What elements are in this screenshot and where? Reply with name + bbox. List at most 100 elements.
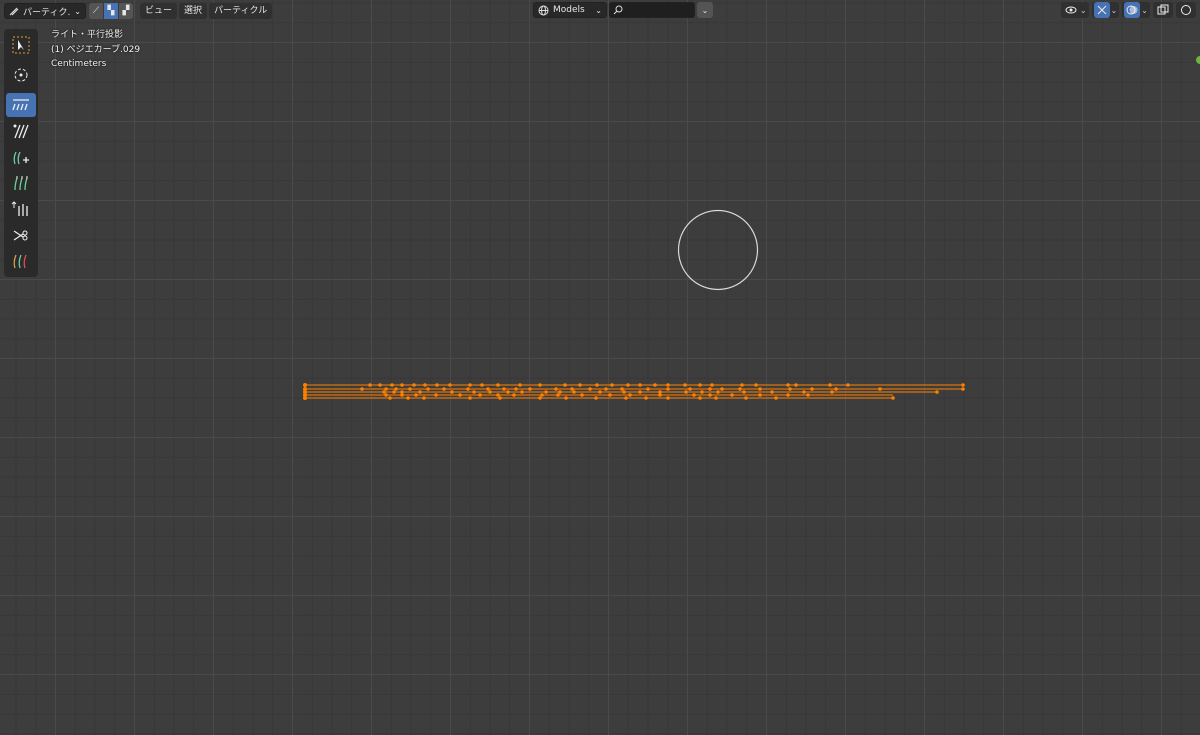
control-point[interactable] [514, 387, 518, 391]
control-point[interactable] [653, 383, 657, 387]
control-point[interactable] [414, 393, 418, 397]
scene-canvas[interactable] [0, 0, 1200, 735]
visibility-button[interactable]: ⌄ [1060, 2, 1089, 18]
control-point[interactable] [935, 390, 939, 394]
control-point[interactable] [468, 396, 472, 400]
control-point[interactable] [518, 383, 522, 387]
control-point[interactable] [468, 383, 472, 387]
control-point[interactable] [390, 383, 394, 387]
solid-shading-button[interactable] [1176, 2, 1196, 18]
control-point[interactable] [435, 383, 439, 387]
control-point[interactable] [742, 390, 746, 394]
control-point[interactable] [794, 383, 798, 387]
menu-select[interactable]: 選択 [179, 3, 208, 19]
control-point[interactable] [448, 383, 452, 387]
root-point[interactable] [303, 396, 307, 400]
control-point[interactable] [458, 393, 462, 397]
control-point[interactable] [502, 387, 506, 391]
search-input[interactable] [609, 2, 695, 18]
control-point[interactable] [786, 393, 790, 397]
control-point[interactable] [423, 383, 427, 387]
control-point[interactable] [604, 387, 608, 391]
puff-tool[interactable] [6, 197, 36, 221]
control-point[interactable] [644, 396, 648, 400]
control-point[interactable] [666, 396, 670, 400]
control-point[interactable] [408, 387, 412, 391]
control-point[interactable] [558, 390, 562, 394]
control-point[interactable] [770, 390, 774, 394]
control-point[interactable] [384, 387, 388, 391]
weight-tool[interactable] [6, 249, 36, 273]
control-point[interactable] [570, 387, 574, 391]
control-point[interactable] [716, 390, 720, 394]
control-point[interactable] [810, 387, 814, 391]
control-point[interactable] [961, 387, 965, 391]
control-point[interactable] [730, 393, 734, 397]
control-point[interactable] [878, 387, 882, 391]
control-point[interactable] [392, 390, 396, 394]
control-point[interactable] [608, 393, 612, 397]
control-point[interactable] [598, 390, 602, 394]
control-point[interactable] [368, 383, 372, 387]
control-point[interactable] [580, 393, 584, 397]
control-point[interactable] [740, 383, 744, 387]
control-point[interactable] [544, 390, 548, 394]
control-point[interactable] [512, 393, 516, 397]
control-point[interactable] [480, 383, 484, 387]
control-point[interactable] [738, 387, 742, 391]
control-point[interactable] [478, 393, 482, 397]
control-point[interactable] [684, 390, 688, 394]
control-point[interactable] [710, 383, 714, 387]
control-point[interactable] [698, 396, 702, 400]
control-point[interactable] [496, 393, 500, 397]
control-point[interactable] [442, 387, 446, 391]
path-mode-icon[interactable]: ⟋ [89, 3, 104, 19]
control-point[interactable] [961, 383, 965, 387]
root-point[interactable] [303, 383, 307, 387]
control-point[interactable] [758, 393, 762, 397]
scene-selector[interactable]: Models ⌄ [533, 2, 607, 18]
control-point[interactable] [506, 390, 510, 394]
control-point[interactable] [594, 396, 598, 400]
control-point[interactable] [406, 396, 410, 400]
add-tool[interactable] [6, 145, 36, 169]
overlay-button[interactable]: ⌄ [1122, 2, 1150, 18]
control-point[interactable] [538, 383, 542, 387]
navigation-gizmo-dot[interactable] [1196, 56, 1200, 64]
control-point[interactable] [610, 383, 614, 387]
control-point[interactable] [646, 387, 650, 391]
control-point[interactable] [786, 383, 790, 387]
tip-mode-icon[interactable]: ▞ [119, 3, 133, 19]
control-point[interactable] [683, 383, 687, 387]
control-point[interactable] [418, 390, 422, 394]
control-point[interactable] [708, 393, 712, 397]
control-point[interactable] [891, 396, 895, 400]
control-point[interactable] [700, 390, 704, 394]
control-point[interactable] [564, 396, 568, 400]
control-point[interactable] [486, 387, 490, 391]
control-point[interactable] [626, 383, 630, 387]
control-point[interactable] [802, 390, 806, 394]
control-point[interactable] [488, 390, 492, 394]
length-tool[interactable] [6, 171, 36, 195]
control-point[interactable] [400, 393, 404, 397]
control-point[interactable] [400, 383, 404, 387]
control-point[interactable] [754, 383, 758, 387]
control-point[interactable] [450, 390, 454, 394]
gizmo-button[interactable]: ⌄ [1091, 2, 1120, 18]
control-point[interactable] [666, 387, 670, 391]
control-point[interactable] [563, 383, 567, 387]
control-point[interactable] [828, 383, 832, 387]
mode-selector[interactable]: パーティク... ⌄ [4, 3, 86, 19]
control-point[interactable] [774, 396, 778, 400]
control-point[interactable] [758, 387, 762, 391]
control-point[interactable] [666, 383, 670, 387]
control-point[interactable] [528, 387, 532, 391]
control-point[interactable] [806, 393, 810, 397]
control-point[interactable] [708, 387, 712, 391]
control-point[interactable] [496, 383, 500, 387]
menu-view[interactable]: ビュー [140, 3, 178, 19]
control-point[interactable] [588, 387, 592, 391]
control-point[interactable] [698, 383, 702, 387]
cut-tool[interactable] [6, 223, 36, 247]
